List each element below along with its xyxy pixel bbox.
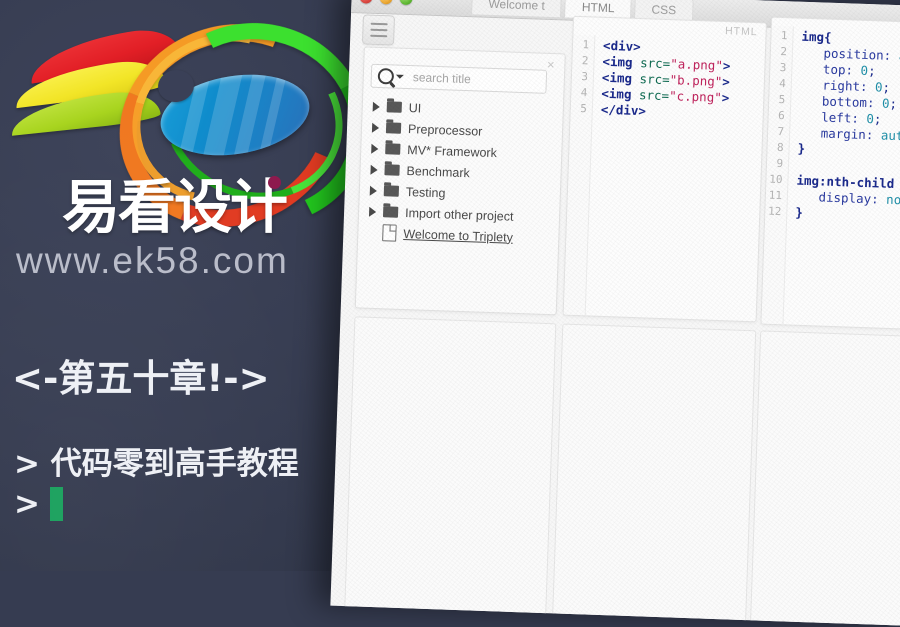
close-icon[interactable]: × [544, 57, 557, 72]
folder-icon [384, 164, 400, 176]
logo-arc-green-inner-icon [138, 9, 368, 227]
brand-name-cjk: 易看设计 [62, 173, 288, 241]
logo-feather-green-icon [8, 88, 162, 136]
preview-pane[interactable]: 5 [750, 330, 900, 627]
promo-prompt-symbol: > [14, 486, 40, 522]
logo-eye-notch-icon [155, 67, 197, 105]
html-editor-pane[interactable]: HTML 12345 <div> <img src="a.png"> <img … [562, 15, 767, 323]
logo-eye-icon [154, 64, 316, 166]
logo-arc-orange-icon [88, 0, 372, 260]
chevron-right-icon[interactable] [368, 206, 377, 217]
lower-left-pane[interactable] [344, 316, 557, 616]
tree-item-label: Benchmark [406, 163, 471, 180]
tree-item-label: Import other project [404, 205, 514, 224]
search-input[interactable] [410, 69, 536, 90]
brand-dot-icon [268, 176, 281, 189]
promo-subline-1: > 代码零到高手教程 [14, 446, 299, 482]
chevron-right-icon[interactable] [370, 164, 378, 175]
css-code-text[interactable]: img{ position: abs top: 0; right: 0; bot… [783, 26, 900, 328]
editor-window: Welcome t HTML CSS × UI Preprocessor [330, 0, 900, 627]
promo-headline: <-第五十章!-> [12, 357, 270, 400]
html-code-text[interactable]: <div> <img src="a.png"> <img src="b.png"… [586, 36, 732, 321]
chevron-right-icon[interactable] [369, 185, 378, 196]
chevron-down-icon[interactable] [395, 74, 404, 79]
file-icon [382, 224, 397, 242]
terminal-caret [49, 487, 63, 521]
chevron-spacer-icon [368, 227, 375, 237]
logo-feather-red-icon [26, 24, 182, 84]
chevron-right-icon[interactable] [372, 101, 380, 112]
tree-item-label: UI [408, 100, 422, 115]
tree-item-label: Preprocessor [407, 121, 483, 139]
project-sidebar: × UI Preprocessor MV* Framework [354, 46, 566, 316]
search-icon [377, 67, 395, 85]
tree-item-label[interactable]: Welcome to Triplety [403, 226, 513, 244]
chevron-right-icon[interactable] [371, 143, 379, 154]
search-field[interactable] [370, 63, 548, 94]
brand-url: www.ek58.com [16, 240, 289, 281]
folder-icon [382, 206, 399, 218]
tree-item-label: Testing [405, 184, 446, 200]
tree-item-label: MV* Framework [407, 142, 498, 160]
chevron-right-icon[interactable] [371, 122, 380, 133]
lower-middle-pane[interactable] [552, 323, 757, 623]
pane-badge-html: HTML [724, 25, 758, 39]
folder-icon [385, 143, 401, 155]
hamburger-icon[interactable] [361, 14, 395, 46]
brand-logo-mark [8, 0, 394, 260]
folder-icon [385, 122, 402, 134]
logo-arc-orange-inner-icon [101, 0, 343, 236]
css-editor-pane[interactable]: 123456 789101112 img{ position: abs top:… [760, 16, 900, 332]
file-tree[interactable]: UI Preprocessor MV* Framework Benchmark [364, 96, 557, 249]
logo-feather-yellow-icon [12, 56, 168, 109]
folder-icon [383, 185, 400, 197]
folder-icon [386, 101, 402, 113]
promo-subline-2: > [14, 486, 63, 522]
